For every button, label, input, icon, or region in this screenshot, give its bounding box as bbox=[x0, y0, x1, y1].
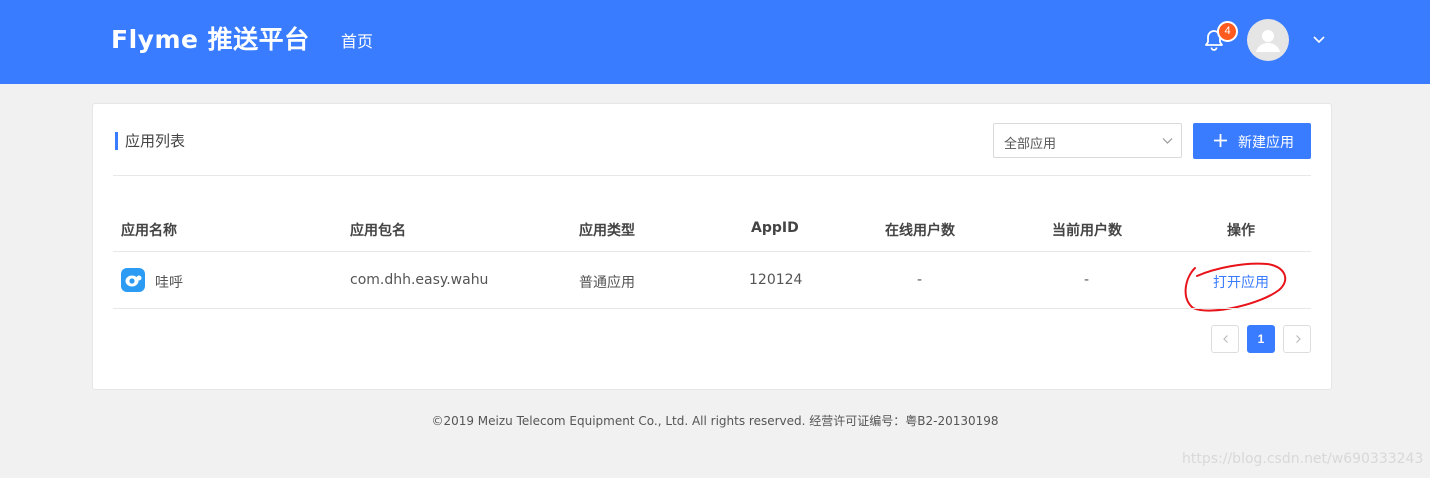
col-header-type: 应用类型 bbox=[579, 223, 635, 239]
new-app-button[interactable]: 新建应用 bbox=[1193, 123, 1311, 159]
nav-home-link[interactable]: 首页 bbox=[341, 28, 373, 52]
col-header-name: 应用名称 bbox=[121, 223, 177, 239]
row-divider bbox=[113, 308, 1311, 309]
col-header-current-users: 当前用户数 bbox=[1052, 223, 1122, 239]
col-header-appid: AppID bbox=[751, 220, 799, 236]
brand-logo[interactable]: Flyme 推送平台 bbox=[111, 20, 310, 56]
app-name-cell: 哇呼 bbox=[155, 275, 183, 291]
type-cell: 普通应用 bbox=[579, 275, 635, 291]
new-app-button-label: 新建应用 bbox=[1238, 135, 1294, 151]
plus-icon bbox=[1214, 134, 1227, 147]
top-header: Flyme 推送平台 首页 4 bbox=[0, 0, 1430, 84]
chevron-right-icon bbox=[1296, 335, 1301, 343]
page-1-button[interactable]: 1 bbox=[1247, 325, 1275, 353]
col-header-online-users: 在线用户数 bbox=[885, 223, 955, 239]
current-users-cell: - bbox=[1084, 272, 1090, 288]
online-users-cell: - bbox=[917, 272, 923, 288]
divider bbox=[113, 175, 1311, 176]
avatar[interactable] bbox=[1247, 19, 1289, 61]
next-page-button[interactable] bbox=[1283, 325, 1311, 353]
chevron-down-icon bbox=[1162, 138, 1173, 144]
prev-page-button[interactable] bbox=[1211, 325, 1239, 353]
notification-badge: 4 bbox=[1217, 21, 1238, 42]
header-row-divider bbox=[113, 251, 1311, 252]
appid-cell: 120124 bbox=[749, 272, 803, 288]
app-filter-value: 全部应用 bbox=[1004, 137, 1057, 152]
chevron-down-icon[interactable] bbox=[1312, 32, 1326, 46]
app-filter-select[interactable]: 全部应用 bbox=[993, 123, 1182, 158]
col-header-package: 应用包名 bbox=[350, 223, 406, 239]
footer-copyright: ©2019 Meizu Telecom Equipment Co., Ltd. … bbox=[431, 414, 999, 428]
chevron-left-icon bbox=[1223, 335, 1228, 343]
user-icon bbox=[1256, 30, 1280, 52]
app-list-panel: 应用列表 全部应用 新建应用 应用名称 应用包名 应用类型 AppID 在线用户… bbox=[92, 103, 1332, 390]
open-app-link[interactable]: 打开应用 bbox=[1213, 272, 1269, 292]
col-header-action: 操作 bbox=[1227, 223, 1255, 239]
package-cell: com.dhh.easy.wahu bbox=[350, 272, 489, 288]
watermark: https://blog.csdn.net/w690333243 bbox=[1182, 451, 1424, 467]
app-icon bbox=[121, 268, 145, 292]
section-title: 应用列表 bbox=[115, 132, 185, 150]
